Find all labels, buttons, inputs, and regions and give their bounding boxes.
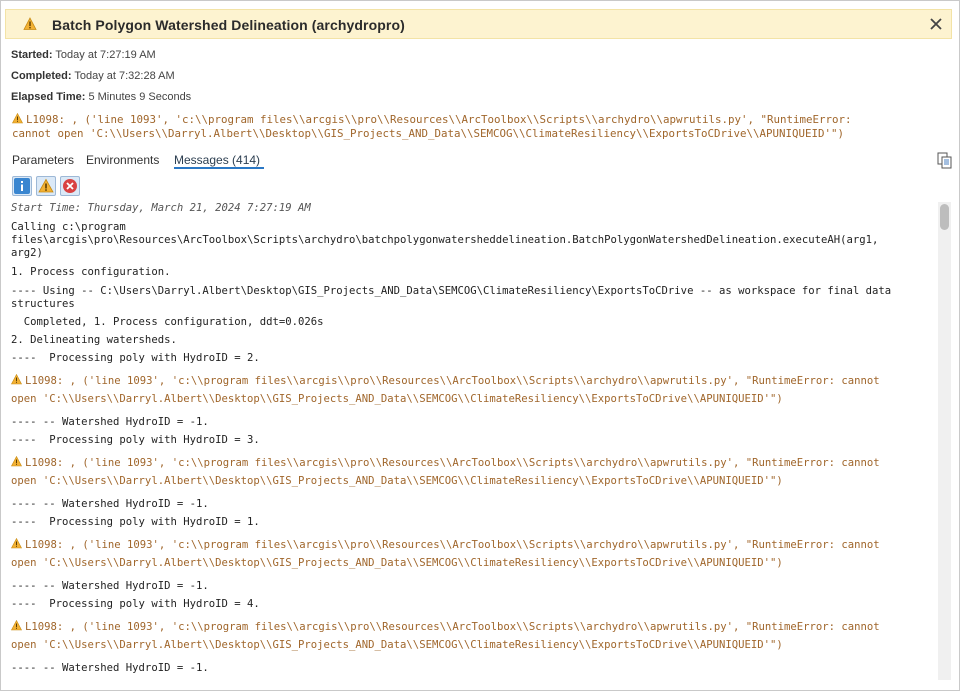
completed-value: Today at 7:32:28 AM <box>74 70 175 82</box>
log-scrollbar[interactable] <box>938 202 951 680</box>
log-line: Calling c:\program <box>11 221 126 233</box>
log-line: ---- Processing poly with HydroID = 4. <box>11 598 260 610</box>
started-label: Started: <box>11 49 53 61</box>
log-line: files\arcgis\pro\Resources\ArcToolbox\Sc… <box>11 234 879 246</box>
warning-icon <box>12 113 23 124</box>
log-start-time: Start Time: Thursday, March 21, 2024 7:2… <box>11 202 311 214</box>
log-warning: L1098: , ('line 1093', 'c:\\program file… <box>11 538 880 552</box>
warning-icon <box>23 17 37 30</box>
warning-icon <box>11 538 22 549</box>
log-line: Completed, 1. Process configuration, ddt… <box>11 316 324 328</box>
log-line: ---- -- Watershed HydroID = -1. <box>11 662 209 674</box>
log-scrollbar-thumb[interactable] <box>940 204 949 230</box>
log-line: ---- Using -- C:\Users\Darryl.Albert\Des… <box>11 285 892 297</box>
elapsed-row: Elapsed Time: 5 Minutes 9 Seconds <box>11 91 191 103</box>
log-line: 2. Delineating watersheds. <box>11 334 177 346</box>
warning-icon <box>11 620 22 631</box>
completed-label: Completed: <box>11 70 72 82</box>
messages-log: Start Time: Thursday, March 21, 2024 7:2… <box>11 202 933 680</box>
tool-result-panel: Batch Polygon Watershed Delineation (arc… <box>0 0 960 691</box>
summary-error-line2: cannot open 'C:\\Users\\Darryl.Albert\\D… <box>12 127 845 140</box>
tab-messages[interactable]: Messages (414) <box>174 153 260 167</box>
log-warning-text: L1098: , ('line 1093', 'c:\\program file… <box>25 621 880 633</box>
log-warning: L1098: , ('line 1093', 'c:\\program file… <box>11 374 880 388</box>
log-line: 1. Process configuration. <box>11 266 171 278</box>
log-warning-cont: open 'C:\\Users\\Darryl.Albert\\Desktop\… <box>11 639 783 651</box>
result-header: Batch Polygon Watershed Delineation (arc… <box>5 9 952 39</box>
info-icon <box>14 178 30 194</box>
log-warning-cont: open 'C:\\Users\\Darryl.Albert\\Desktop\… <box>11 475 783 487</box>
log-line: ---- -- Watershed HydroID = -1. <box>11 416 209 428</box>
log-line: structures <box>11 298 75 310</box>
elapsed-label: Elapsed Time: <box>11 91 86 103</box>
log-warning-cont: open 'C:\\Users\\Darryl.Albert\\Desktop\… <box>11 557 783 569</box>
elapsed-value: 5 Minutes 9 Seconds <box>88 91 192 103</box>
log-line: ---- -- Watershed HydroID = -1. <box>11 498 209 510</box>
warning-filter-button[interactable] <box>36 176 56 196</box>
log-line: arg2) <box>11 247 43 259</box>
log-warning-text: L1098: , ('line 1093', 'c:\\program file… <box>25 539 880 551</box>
tab-environments[interactable]: Environments <box>86 153 159 167</box>
warning-icon <box>11 456 22 467</box>
tool-title: Batch Polygon Watershed Delineation (arc… <box>52 17 405 33</box>
log-warning: L1098: , ('line 1093', 'c:\\program file… <box>11 456 880 470</box>
log-line: ---- Processing poly with HydroID = 3. <box>11 434 260 446</box>
warning-icon <box>11 374 22 385</box>
warning-icon <box>38 178 54 193</box>
log-line: ---- -- Watershed HydroID = -1. <box>11 580 209 592</box>
error-filter-button[interactable] <box>60 176 80 196</box>
log-warning-cont: open 'C:\\Users\\Darryl.Albert\\Desktop\… <box>11 393 783 405</box>
info-filter-button[interactable] <box>12 176 32 196</box>
started-row: Started: Today at 7:27:19 AM <box>11 49 156 61</box>
summary-error-line1: L1098: , ('line 1093', 'c:\\program file… <box>26 113 852 126</box>
active-tab-indicator <box>174 167 264 169</box>
log-warning: L1098: , ('line 1093', 'c:\\program file… <box>11 620 880 634</box>
close-icon[interactable] <box>927 15 945 33</box>
error-icon <box>63 179 77 193</box>
completed-row: Completed: Today at 7:32:28 AM <box>11 70 175 82</box>
log-warning-text: L1098: , ('line 1093', 'c:\\program file… <box>25 457 880 469</box>
tab-parameters[interactable]: Parameters <box>12 153 74 167</box>
log-warning-text: L1098: , ('line 1093', 'c:\\program file… <box>25 375 880 387</box>
started-value: Today at 7:27:19 AM <box>55 49 156 61</box>
copy-icon[interactable] <box>937 152 953 169</box>
summary-error: L1098: , ('line 1093', 'c:\\program file… <box>12 113 932 141</box>
log-line: ---- Processing poly with HydroID = 1. <box>11 516 260 528</box>
log-line: ---- Processing poly with HydroID = 2. <box>11 352 260 364</box>
